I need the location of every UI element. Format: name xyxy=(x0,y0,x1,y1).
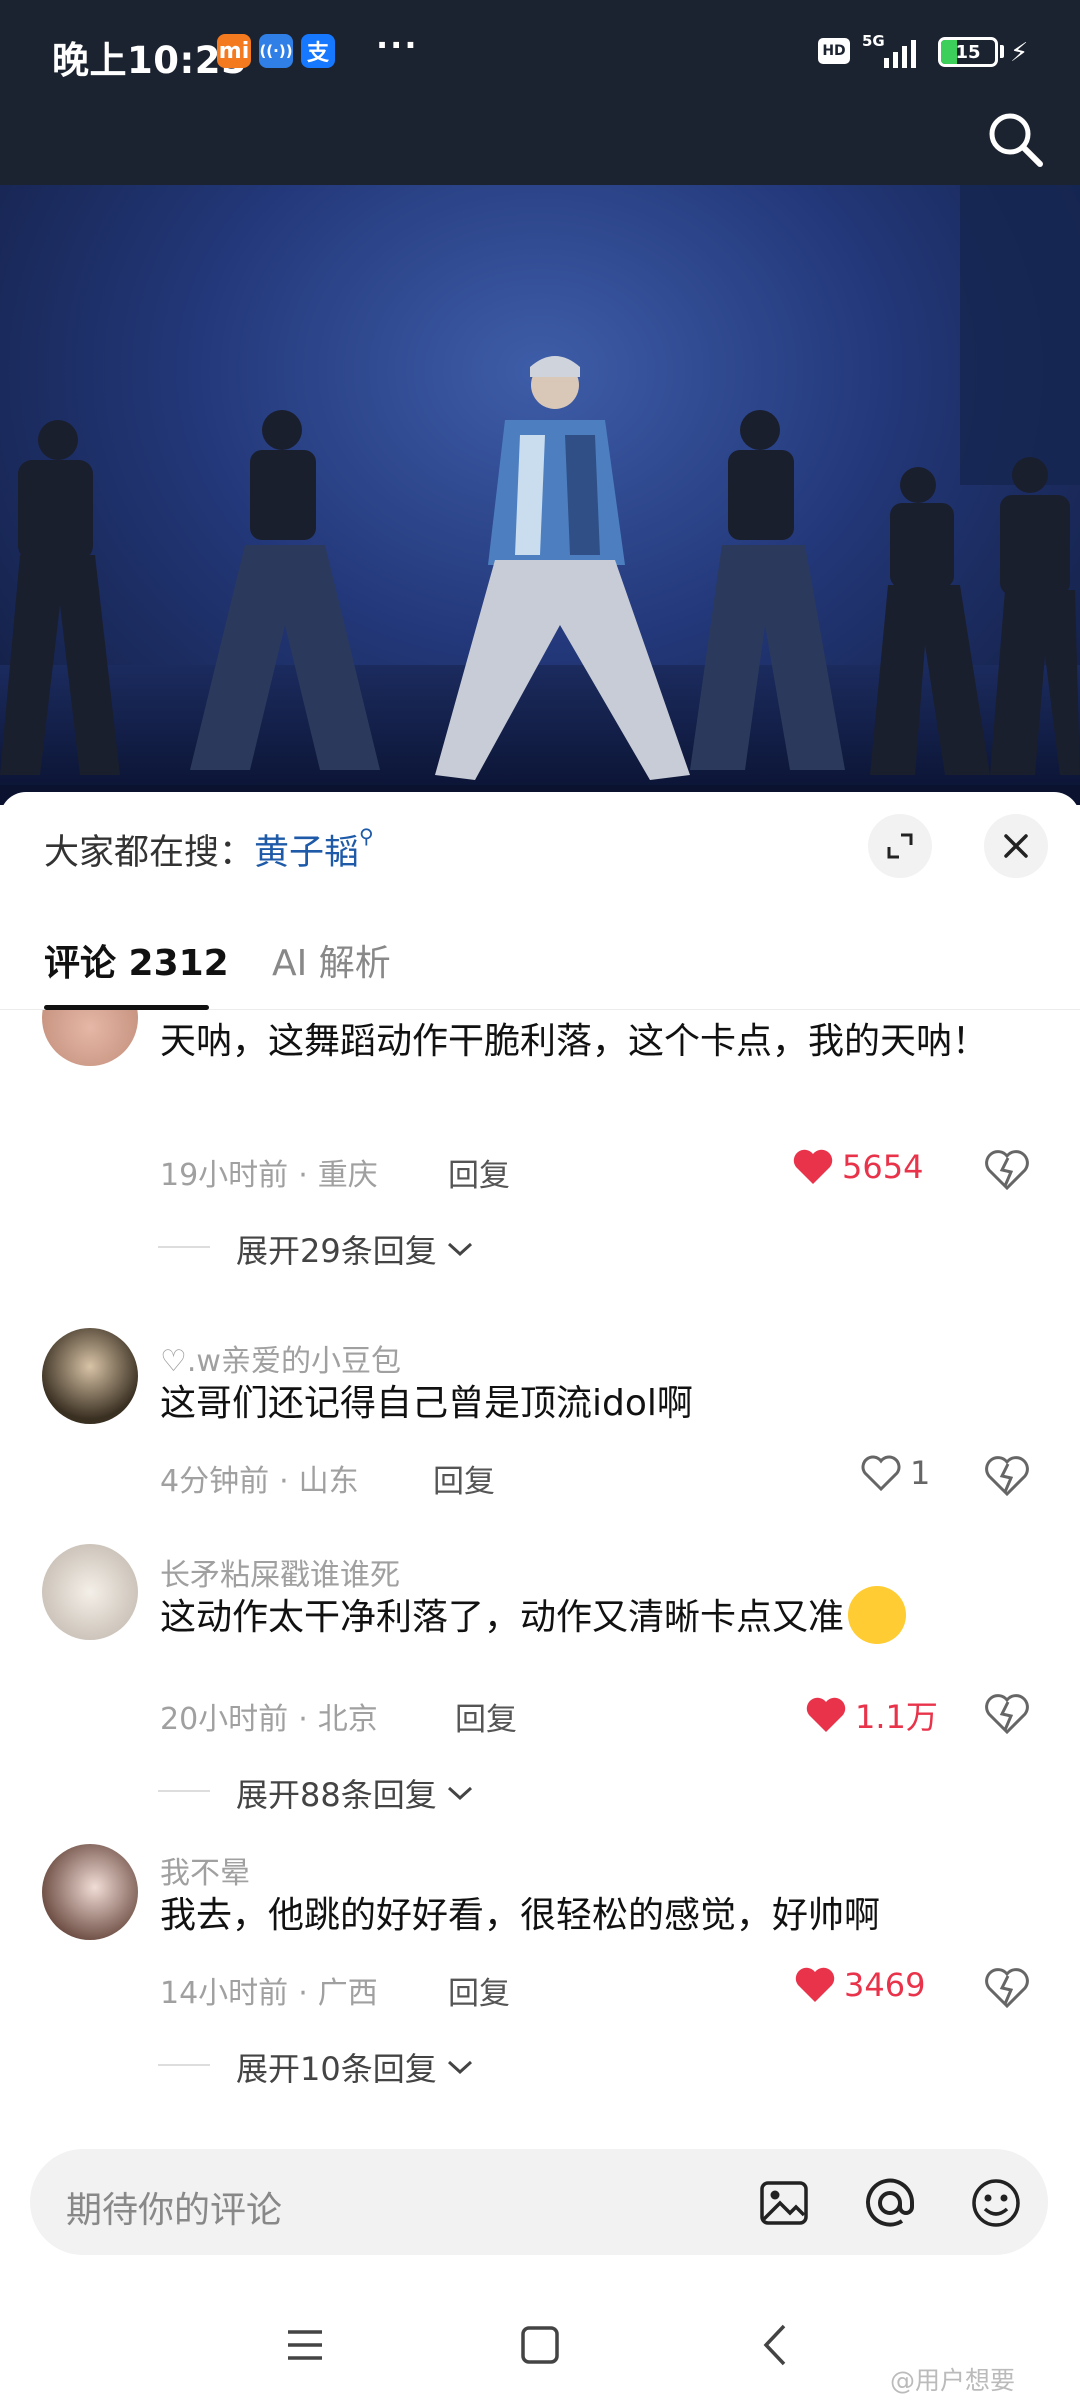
tab-ai-analysis[interactable]: AI 解析 xyxy=(272,934,391,986)
battery-icon: 15 xyxy=(938,37,998,67)
search-icon xyxy=(989,113,1043,167)
flushed-emoji-icon xyxy=(848,1586,907,1644)
chevron-down-icon xyxy=(447,1786,472,1801)
search-button[interactable] xyxy=(984,108,1046,170)
reply-button[interactable]: 回复 xyxy=(455,1694,517,1739)
chevron-down-icon xyxy=(447,1242,472,1257)
meta-separator: · xyxy=(298,1158,308,1193)
comment-meta: 4分钟前 · 山东 xyxy=(160,1456,359,1500)
alipay-icon: 支 xyxy=(301,34,335,68)
heart-filled-icon xyxy=(806,1697,846,1732)
reply-button[interactable]: 回复 xyxy=(448,1968,510,2013)
like-count: 1.1万 xyxy=(855,1698,938,1736)
dislike-heart-icon[interactable] xyxy=(984,1454,1030,1500)
like-button[interactable]: 1.1万 xyxy=(805,1692,938,1738)
comment-time: 20小时前 xyxy=(160,1702,289,1737)
comment-location: 山东 xyxy=(298,1464,359,1499)
comment-location: 广西 xyxy=(317,1976,378,2011)
mention-icon[interactable] xyxy=(862,2175,918,2231)
like-button[interactable]: 5654 xyxy=(792,1148,923,1186)
hd-voice-icon: HD xyxy=(818,38,850,64)
comment-text-content: 这动作太干净利落了，动作又清晰卡点又准 xyxy=(160,1597,845,1638)
broadcast-icon: ((·)) xyxy=(259,34,293,68)
comment-time: 19小时前 xyxy=(160,1158,289,1193)
avatar[interactable] xyxy=(42,1328,138,1424)
expand-replies-label: 展开10条回复 xyxy=(236,2050,437,2088)
comment-text: 这动作太干净利落了，动作又清晰卡点又准 xyxy=(160,1586,1020,1649)
like-button[interactable]: 3469 xyxy=(794,1966,925,2004)
expand-replies[interactable]: 展开29条回复 xyxy=(158,1226,475,1272)
signal-icon xyxy=(884,38,916,68)
hot-search-keyword[interactable]: 黄子韬 xyxy=(254,833,359,873)
comment-time: 4分钟前 xyxy=(160,1464,270,1499)
comment-location: 重庆 xyxy=(317,1158,378,1193)
comment-meta: 14小时前 · 广西 xyxy=(160,1968,378,2012)
meta-separator: · xyxy=(279,1464,289,1499)
home-icon[interactable] xyxy=(515,2320,565,2370)
charging-icon: ⚡ xyxy=(1010,38,1029,68)
expand-replies[interactable]: 展开88条回复 xyxy=(158,1770,475,1816)
dislike-heart-icon[interactable] xyxy=(984,1148,1030,1194)
expand-replies-label: 展开88条回复 xyxy=(236,1776,437,1814)
comment-list[interactable]: 天呐，这舞蹈动作干脆利落，这个卡点，我的天呐！ 19小时前 · 重庆 回复 5654… xyxy=(0,1010,1080,2130)
hot-search[interactable]: 大家都在搜：黄子韬⚲ xyxy=(44,824,374,875)
heart-filled-icon xyxy=(795,1967,835,2002)
heart-outline-icon xyxy=(861,1455,901,1492)
reply-button[interactable]: 回复 xyxy=(433,1456,495,1501)
image-icon[interactable] xyxy=(756,2175,812,2231)
battery-cap xyxy=(1000,45,1004,58)
avatar[interactable] xyxy=(42,1844,138,1940)
more-notifications-icon: ··· xyxy=(376,26,419,64)
close-button[interactable] xyxy=(984,814,1048,878)
comment-input[interactable]: 期待你的评论 xyxy=(30,2149,1048,2255)
status-bar: 晚上10:25 mi ((·)) 支 ··· HD 5G 15 ⚡ xyxy=(0,0,1080,105)
xiaomi-app-icon: mi xyxy=(217,34,251,68)
battery-level: 15 xyxy=(955,41,981,63)
like-count: 1 xyxy=(910,1454,931,1492)
like-count: 5654 xyxy=(842,1148,924,1186)
expand-sheet-button[interactable] xyxy=(868,814,932,878)
comment-input-placeholder: 期待你的评论 xyxy=(66,2190,283,2231)
comment-meta: 19小时前 · 重庆 xyxy=(160,1150,378,1194)
top-bar: 晚上10:25 mi ((·)) 支 ··· HD 5G 15 ⚡ xyxy=(0,0,1080,185)
hot-search-prefix: 大家都在搜： xyxy=(44,833,255,873)
reply-button[interactable]: 回复 xyxy=(448,1150,510,1195)
expand-replies[interactable]: 展开10条回复 xyxy=(158,2044,475,2090)
menu-icon[interactable] xyxy=(280,2320,330,2370)
tab-comments[interactable]: 评论 2312 xyxy=(44,934,229,986)
comment-text: 我去，他跳的好好看，很轻松的感觉，好帅啊 xyxy=(160,1895,881,1936)
meta-separator: · xyxy=(298,1702,308,1737)
expand-icon xyxy=(887,833,913,859)
avatar[interactable] xyxy=(42,1544,138,1640)
chevron-down-icon xyxy=(447,2060,472,2075)
emoji-icon[interactable] xyxy=(968,2175,1024,2231)
comment-text: 这哥们还记得自己曾是顶流idol啊 xyxy=(160,1383,693,1424)
dislike-heart-icon[interactable] xyxy=(984,1966,1030,2012)
like-count: 3469 xyxy=(844,1966,926,2004)
network-type: 5G xyxy=(862,32,885,50)
video-frame-image xyxy=(0,185,1080,805)
tab-bar: 评论 2312 AI 解析 xyxy=(0,912,1080,1010)
keyword-search-icon: ⚲ xyxy=(359,824,374,848)
avatar[interactable] xyxy=(42,1010,138,1066)
comment-text: 天呐，这舞蹈动作干脆利落，这个卡点，我的天呐！ xyxy=(160,1021,989,1062)
weibo-watermark: @用户想要 xyxy=(890,2366,1016,2395)
video-player[interactable] xyxy=(0,185,1080,805)
comment-location: 北京 xyxy=(317,1702,378,1737)
like-button[interactable]: 1 xyxy=(860,1454,930,1492)
dislike-heart-icon[interactable] xyxy=(984,1692,1030,1738)
meta-separator: · xyxy=(298,1976,308,2011)
expand-replies-label: 展开29条回复 xyxy=(236,1232,437,1270)
close-icon xyxy=(1004,834,1028,858)
heart-filled-icon xyxy=(793,1149,833,1184)
comment-time: 14小时前 xyxy=(160,1976,289,2011)
comment-meta: 20小时前 · 北京 xyxy=(160,1694,378,1738)
screen: 晚上10:25 mi ((·)) 支 ··· HD 5G 15 ⚡ 大家都在搜：… xyxy=(0,0,1080,2401)
back-icon[interactable] xyxy=(752,2320,802,2370)
